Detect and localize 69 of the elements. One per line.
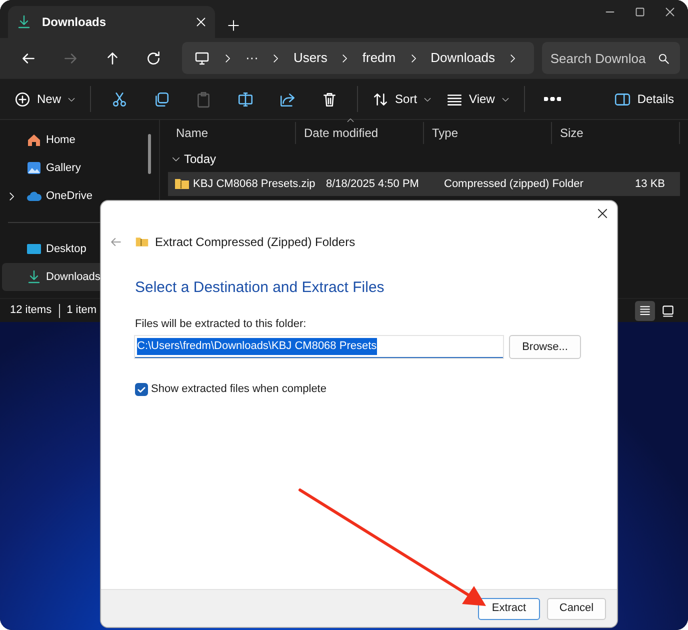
zip-folder-icon (174, 176, 190, 192)
selection-count: 1 item (66, 303, 97, 318)
downloads-icon (26, 269, 42, 285)
close-tab-button[interactable] (195, 16, 207, 28)
maximize-button[interactable] (634, 6, 646, 18)
sort-button[interactable]: Sort (366, 83, 438, 115)
home-icon (26, 132, 42, 148)
download-icon (16, 14, 32, 30)
sidebar-item[interactable]: Desktop (2, 235, 157, 263)
maximize-icon (634, 6, 646, 18)
close-icon (596, 207, 609, 220)
close-icon (664, 6, 676, 18)
scrollbar-thumb[interactable] (148, 134, 151, 174)
checkbox-label: Show extracted files when complete (151, 382, 326, 397)
dialog-title: Extract Compressed (Zipped) Folders (155, 234, 356, 251)
checkbox[interactable] (135, 382, 148, 396)
item-count: 12 items (10, 303, 52, 318)
dots-icon (544, 97, 562, 101)
path-field[interactable]: C:\Users\fredm\Downloads\KBJ CM8068 Presets (135, 336, 503, 358)
close-button[interactable] (664, 6, 676, 18)
panel-icon (614, 90, 632, 108)
address-bar[interactable]: ··· Users fredm Downloads (182, 42, 534, 74)
sidebar-item[interactable]: Gallery (2, 154, 157, 182)
column-header[interactable]: Date modified (296, 122, 424, 144)
breadcrumb-item[interactable]: Downloads (430, 48, 495, 68)
arrow-left-icon (109, 235, 123, 249)
copy-icon (152, 90, 170, 108)
search-field[interactable]: Search Downloa (542, 42, 680, 74)
field-label: Files will be extracted to this folder: (135, 316, 308, 332)
plus-circle-icon (14, 90, 31, 108)
group-header[interactable]: Today (168, 146, 680, 172)
desktop-icon (26, 241, 42, 257)
refresh-icon (145, 50, 162, 66)
tab[interactable]: Downloads (8, 6, 215, 38)
zip-folder-icon (135, 235, 149, 249)
close-button[interactable] (596, 207, 609, 220)
list-icon (638, 304, 652, 318)
clipboard-icon (194, 90, 212, 108)
table-cell-text: Compressed (zipped) Folder (443, 176, 584, 192)
column-header[interactable]: Type (424, 122, 552, 144)
table-cell-text: 8/18/2025 4:50 PM (325, 176, 420, 192)
scissors-icon (110, 90, 128, 108)
breadcrumb-item[interactable]: fredm (362, 48, 396, 68)
details-button[interactable]: Details (608, 83, 680, 115)
browse-button[interactable]: Browse... (509, 335, 581, 359)
table-cell-text: 13 KB (634, 176, 666, 192)
details-view-button[interactable] (635, 300, 655, 320)
sort-arrows-icon (372, 90, 390, 108)
column-header[interactable]: Size (552, 122, 680, 144)
monitor-icon (194, 50, 210, 66)
more-path-button[interactable]: ··· (245, 48, 258, 68)
column-header[interactable]: Name (168, 122, 296, 144)
rename-icon (236, 90, 254, 108)
plus-icon (227, 19, 240, 32)
search-icon (657, 52, 670, 65)
cancel-button[interactable]: Cancel (547, 598, 606, 620)
file-row[interactable]: KBJ CM8068 Presets.zip 8/18/2025 4:50 PM Compressed (zipped) Folder 13 KB (168, 172, 680, 196)
extract-button[interactable]: Extract (478, 598, 540, 620)
sidebar-item[interactable]: Home (2, 126, 157, 154)
new-tab-button[interactable] (227, 19, 240, 32)
breadcrumb-item[interactable]: Users (293, 48, 328, 68)
sidebar-item[interactable]: OneDrive (2, 182, 157, 210)
tile-icon (661, 304, 675, 318)
view-button[interactable]: View (440, 83, 516, 115)
share-icon (278, 90, 296, 108)
gallery-icon (26, 160, 42, 176)
trash-icon (320, 90, 338, 108)
new-button[interactable]: New (8, 83, 82, 115)
close-icon (195, 16, 207, 28)
